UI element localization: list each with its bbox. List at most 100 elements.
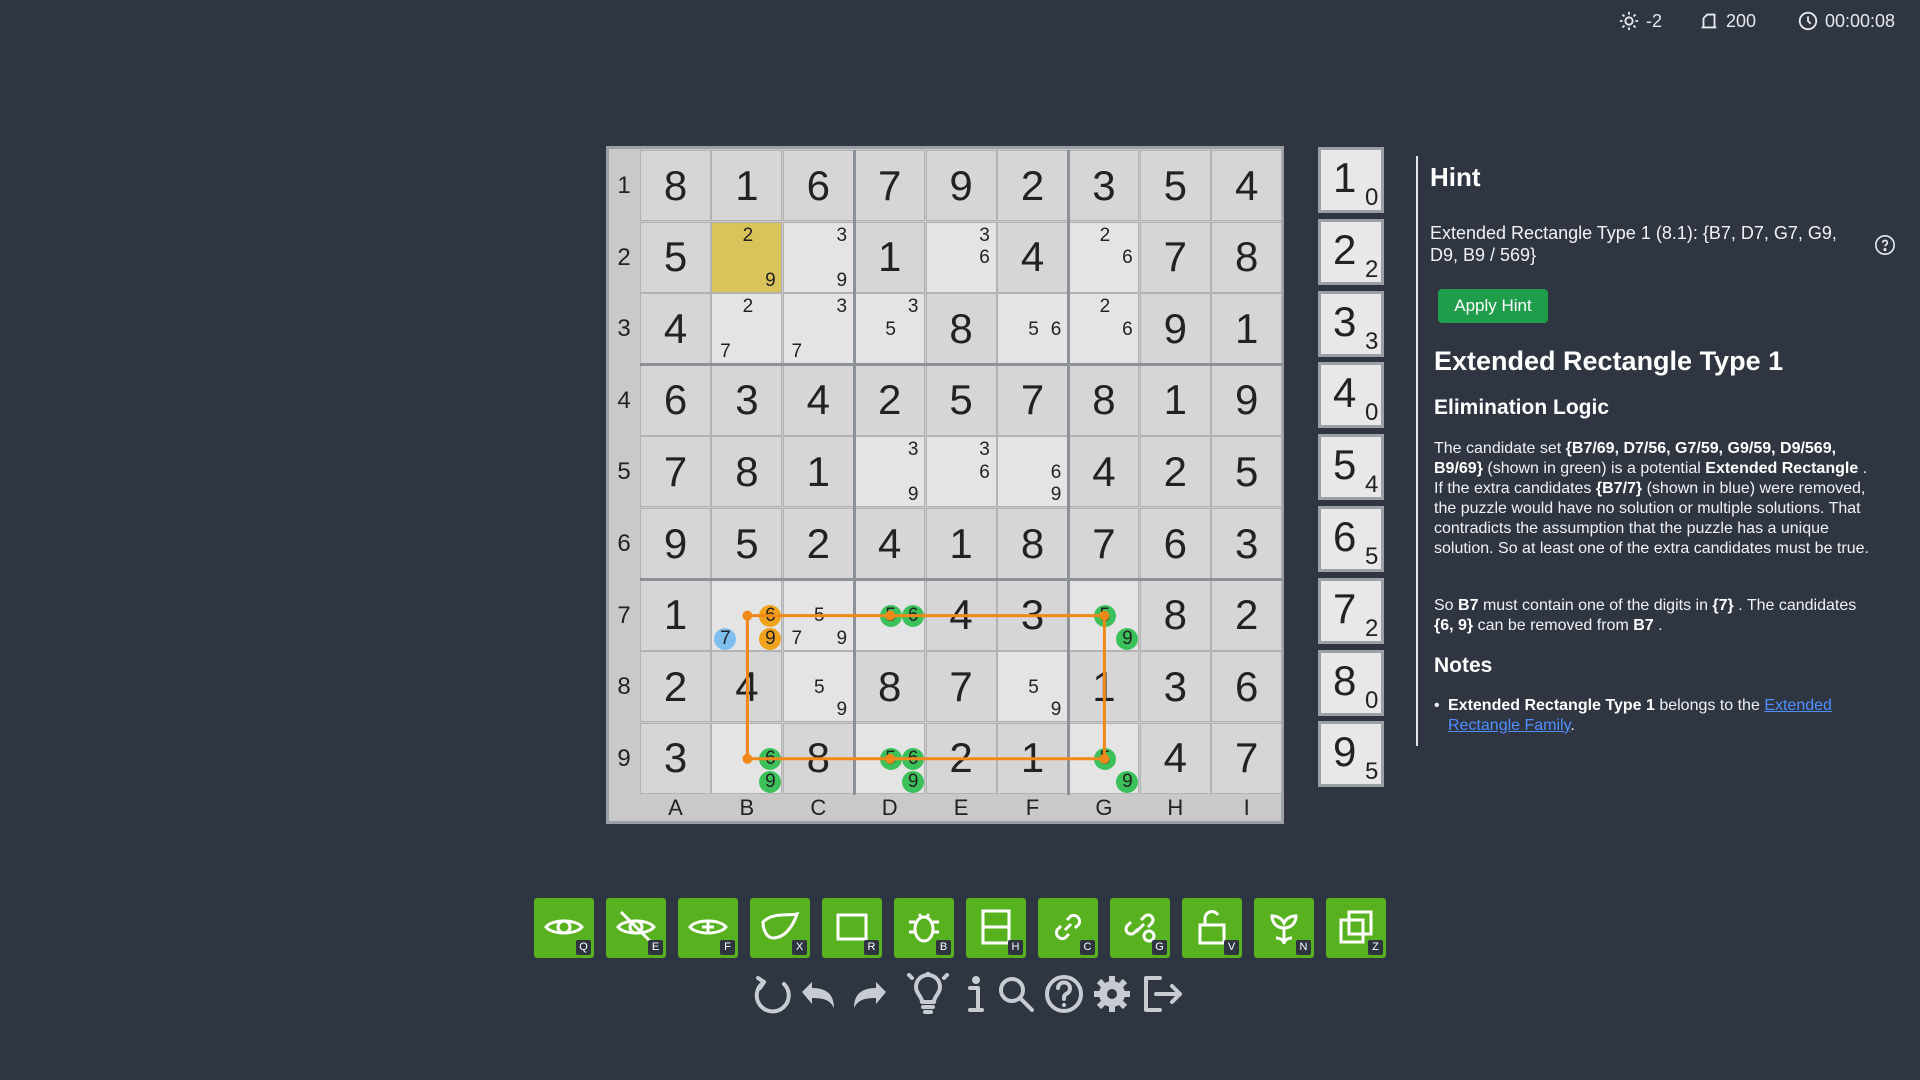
cell-f3[interactable]: 56 <box>997 293 1068 365</box>
eye-slash-button[interactable]: E <box>606 898 666 958</box>
house-split-button[interactable]: H <box>966 898 1026 958</box>
cell-c8[interactable]: 59 <box>782 651 854 723</box>
help-circle-icon[interactable] <box>1874 234 1896 256</box>
cell-i5[interactable]: 5 <box>1211 436 1283 508</box>
settings-button[interactable] <box>1090 972 1134 1016</box>
cell-g9[interactable]: 59 <box>1068 722 1140 794</box>
cell-e8[interactable]: 7 <box>925 651 997 723</box>
cell-d2[interactable]: 1 <box>854 221 926 293</box>
cell-i9[interactable]: 7 <box>1211 722 1283 794</box>
cell-h5[interactable]: 2 <box>1139 436 1211 508</box>
cell-h6[interactable]: 6 <box>1139 508 1211 579</box>
cell-d5[interactable]: 39 <box>854 436 926 508</box>
cell-h3[interactable]: 9 <box>1139 293 1211 365</box>
cell-e1[interactable]: 9 <box>925 150 997 221</box>
cell-f1[interactable]: 2 <box>997 150 1068 221</box>
cell-d8[interactable]: 8 <box>854 651 926 723</box>
cell-h7[interactable]: 8 <box>1139 579 1211 651</box>
cell-a4[interactable]: 6 <box>640 364 711 436</box>
eye-button[interactable]: Q <box>534 898 594 958</box>
cell-a2[interactable]: 5 <box>640 221 711 293</box>
reset-button[interactable] <box>750 972 794 1016</box>
cell-b6[interactable]: 5 <box>711 508 783 579</box>
redo-button[interactable] <box>848 972 892 1016</box>
cell-d7[interactable]: 56 <box>854 579 926 651</box>
cell-b8[interactable]: 4 <box>711 651 783 723</box>
info-button[interactable] <box>954 972 998 1016</box>
cell-h2[interactable]: 7 <box>1139 221 1211 293</box>
flower-button[interactable]: N <box>1254 898 1314 958</box>
cell-b2[interactable]: 29 <box>711 221 783 293</box>
chain-button[interactable]: C <box>1038 898 1098 958</box>
digit-counter-4[interactable]: 40 <box>1318 362 1384 429</box>
digit-counter-5[interactable]: 54 <box>1318 434 1384 501</box>
unlock-button[interactable]: V <box>1182 898 1242 958</box>
cell-e5[interactable]: 36 <box>925 436 997 508</box>
cell-d3[interactable]: 35 <box>854 293 926 365</box>
cell-b9[interactable]: 69 <box>711 722 783 794</box>
cell-e3[interactable]: 8 <box>925 293 997 365</box>
cell-g5[interactable]: 4 <box>1068 436 1140 508</box>
hint-bulb-button[interactable] <box>906 968 950 1016</box>
digit-counter-1[interactable]: 10 <box>1318 147 1384 213</box>
cell-c1[interactable]: 6 <box>782 150 854 221</box>
digit-counter-6[interactable]: 65 <box>1318 506 1384 572</box>
cell-f5[interactable]: 69 <box>997 436 1068 508</box>
cell-e2[interactable]: 36 <box>925 221 997 293</box>
cell-g3[interactable]: 26 <box>1068 293 1140 365</box>
cell-i2[interactable]: 8 <box>1211 221 1283 293</box>
cell-b4[interactable]: 3 <box>711 364 783 436</box>
cell-g6[interactable]: 7 <box>1068 508 1140 579</box>
digit-counter-7[interactable]: 72 <box>1318 577 1384 644</box>
cell-c6[interactable]: 2 <box>782 508 854 579</box>
cell-f4[interactable]: 7 <box>997 364 1068 436</box>
cell-i6[interactable]: 3 <box>1211 508 1283 579</box>
cell-g4[interactable]: 8 <box>1068 364 1140 436</box>
cell-a9[interactable]: 3 <box>640 722 711 794</box>
cell-a5[interactable]: 7 <box>640 436 711 508</box>
cell-f8[interactable]: 59 <box>997 651 1068 723</box>
cell-d9[interactable]: 569 <box>854 722 926 794</box>
cell-b3[interactable]: 27 <box>711 293 783 365</box>
cell-i8[interactable]: 6 <box>1211 651 1283 723</box>
grouped-chain-button[interactable]: G <box>1110 898 1170 958</box>
cell-d4[interactable]: 2 <box>854 364 926 436</box>
apply-hint-button[interactable]: Apply Hint <box>1438 289 1548 323</box>
cell-e4[interactable]: 5 <box>925 364 997 436</box>
cell-i7[interactable]: 2 <box>1211 579 1283 651</box>
cell-c5[interactable]: 1 <box>782 436 854 508</box>
digit-counter-9[interactable]: 95 <box>1318 721 1384 788</box>
wing-button[interactable]: X <box>750 898 810 958</box>
cell-f6[interactable]: 8 <box>997 508 1068 579</box>
cell-g2[interactable]: 26 <box>1068 221 1140 293</box>
cell-e7[interactable]: 4 <box>925 579 997 651</box>
cell-i1[interactable]: 4 <box>1211 150 1283 221</box>
cell-g7[interactable]: 59 <box>1068 579 1140 651</box>
cell-a1[interactable]: 8 <box>640 150 711 221</box>
cell-c2[interactable]: 39 <box>782 221 854 293</box>
cell-e6[interactable]: 1 <box>925 508 997 579</box>
cell-a3[interactable]: 4 <box>640 293 711 365</box>
cell-b1[interactable]: 1 <box>711 150 783 221</box>
rectangle-button[interactable]: R <box>822 898 882 958</box>
search-button[interactable] <box>994 972 1038 1016</box>
cell-g1[interactable]: 3 <box>1068 150 1140 221</box>
cell-a8[interactable]: 2 <box>640 651 711 723</box>
cell-b5[interactable]: 8 <box>711 436 783 508</box>
cell-f9[interactable]: 1 <box>997 722 1068 794</box>
cell-e9[interactable]: 2 <box>925 722 997 794</box>
cell-h1[interactable]: 5 <box>1139 150 1211 221</box>
help-button[interactable] <box>1042 972 1086 1016</box>
cell-c9[interactable]: 8 <box>782 722 854 794</box>
cell-f2[interactable]: 4 <box>997 221 1068 293</box>
cell-i4[interactable]: 9 <box>1211 364 1283 436</box>
cell-f7[interactable]: 3 <box>997 579 1068 651</box>
cell-b7[interactable]: 679 <box>711 579 783 651</box>
digit-counter-8[interactable]: 80 <box>1318 649 1384 716</box>
fish-eye-button[interactable]: F <box>678 898 738 958</box>
cell-a6[interactable]: 9 <box>640 508 711 579</box>
cell-i3[interactable]: 1 <box>1211 293 1283 365</box>
digit-counter-2[interactable]: 22 <box>1318 218 1384 285</box>
cell-d1[interactable]: 7 <box>854 150 926 221</box>
cell-h4[interactable]: 1 <box>1139 364 1211 436</box>
